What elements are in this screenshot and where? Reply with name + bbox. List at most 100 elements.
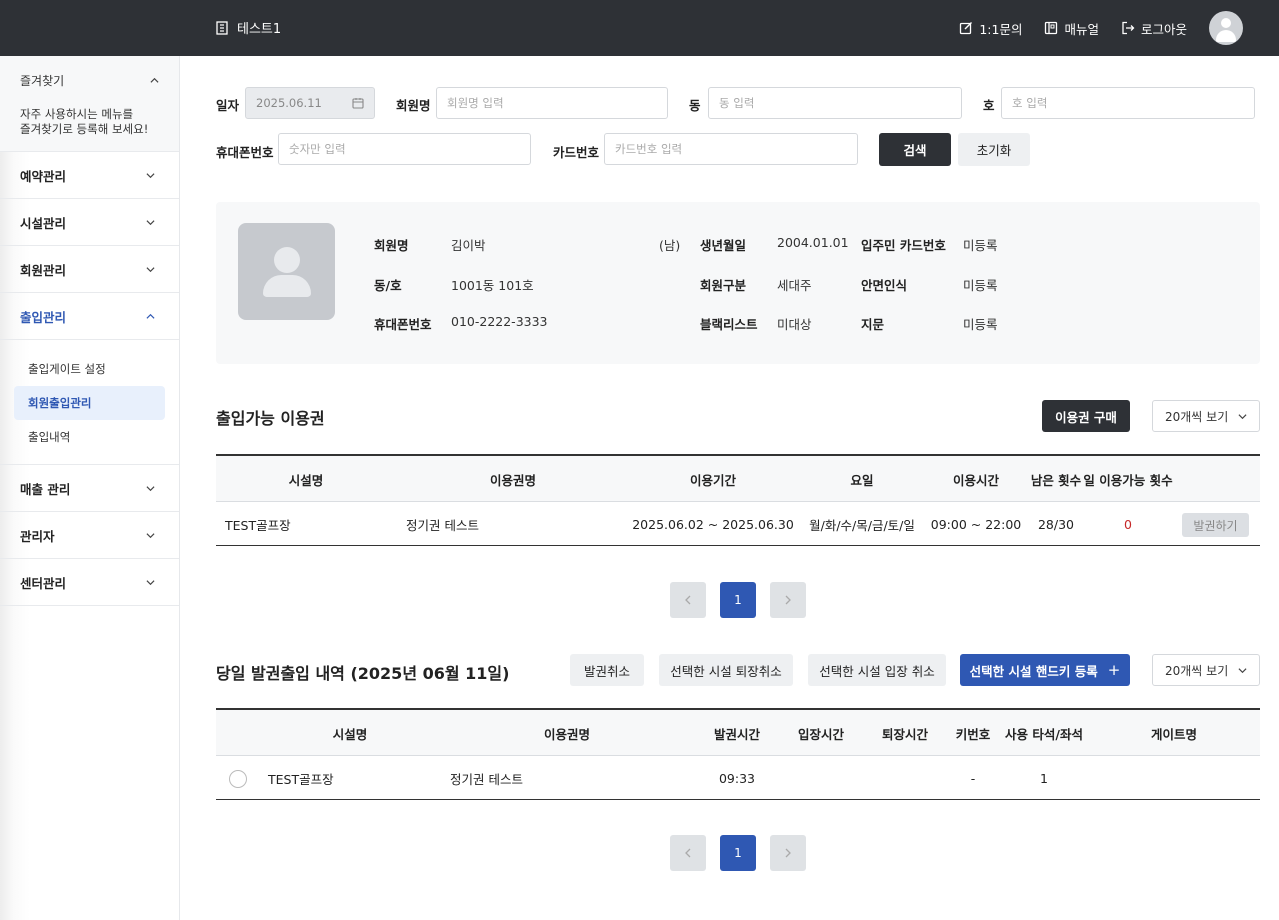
member-phone-value: 010-2222-3333 xyxy=(451,314,548,329)
cancel-issue-button[interactable]: 발권취소 xyxy=(570,654,644,686)
chevron-down-icon xyxy=(1238,413,1247,419)
sidebar-item-access[interactable]: 출입관리 xyxy=(0,293,179,340)
date-value: 2025.06.11 xyxy=(256,96,322,110)
member-photo xyxy=(238,223,335,320)
sidebar-item-member[interactable]: 회원관리 xyxy=(0,246,179,293)
cell-gate-name xyxy=(1139,756,1209,800)
issue-ticket-button[interactable]: 발권하기 xyxy=(1182,513,1249,537)
member-phone-key: 휴대폰번호 xyxy=(374,317,432,332)
col-facility: 시설명 xyxy=(332,726,368,742)
passes-next-page[interactable] xyxy=(770,582,806,618)
member-blacklist-value: 미대상 xyxy=(777,317,812,332)
fingerprint-key: 지문 xyxy=(861,317,885,332)
sidebar-item-center[interactable]: 센터관리 xyxy=(0,559,179,606)
cell-exit-time xyxy=(870,756,940,800)
logout-icon xyxy=(1122,21,1135,35)
cell-enter-time xyxy=(786,756,856,800)
passes-page-size-select[interactable]: 20개씩 보기 xyxy=(1152,400,1260,432)
cell-period: 2025.06.02 ~ 2025.06.30 xyxy=(632,516,794,532)
favorites-panel: 즐겨찾기 자주 사용하시는 메뉴를 즐겨찾기로 등록해 보세요! xyxy=(0,56,179,152)
book-icon xyxy=(1045,21,1058,35)
cell-seat: 1 xyxy=(1040,770,1048,786)
register-handkey-button[interactable]: 선택한 시설 핸드키 등록 + xyxy=(960,654,1130,686)
top-actions: 1:1문의 매뉴얼 로그아웃 xyxy=(959,11,1243,45)
register-handkey-label: 선택한 시설 핸드키 등록 xyxy=(969,663,1098,679)
sidebar-item-reservation[interactable]: 예약관리 xyxy=(0,152,179,199)
sidebar-item-label: 센터관리 xyxy=(20,575,67,591)
sidebar: 즐겨찾기 자주 사용하시는 메뉴를 즐겨찾기로 등록해 보세요! 예약관리 시설… xyxy=(0,56,180,920)
sidebar-item-sales[interactable]: 매출 관리 xyxy=(0,465,179,512)
member-name-input[interactable]: 회원명 입력 xyxy=(436,87,668,119)
sidebar-subitem-member-access[interactable]: 회원출입관리 xyxy=(14,386,165,420)
inquiry-link[interactable]: 1:1문의 xyxy=(959,11,1022,45)
sidebar-item-admin[interactable]: 관리자 xyxy=(0,512,179,559)
sidebar-item-label: 매출 관리 xyxy=(20,481,71,497)
today-page-1[interactable]: 1 xyxy=(720,835,756,871)
member-birth-value: 2004.01.01 xyxy=(777,235,849,250)
ho-input[interactable]: 호 입력 xyxy=(1001,87,1255,119)
inquiry-label: 1:1문의 xyxy=(979,21,1023,37)
phone-label: 휴대폰번호 xyxy=(216,145,274,160)
logout-label: 로그아웃 xyxy=(1140,21,1187,37)
cancel-enter-button[interactable]: 선택한 시설 입장 취소 xyxy=(808,654,946,686)
cell-daily-available: 0 xyxy=(1124,516,1132,532)
favorites-label: 즐겨찾기 xyxy=(20,74,65,88)
sidebar-subitem-access-history[interactable]: 출입내역 xyxy=(14,420,165,454)
passes-prev-page[interactable] xyxy=(670,582,706,618)
col-gate-name: 게이트명 xyxy=(1150,726,1197,742)
member-type-value: 세대주 xyxy=(777,278,812,293)
favorites-header[interactable]: 즐겨찾기 xyxy=(20,72,159,89)
plus-icon: + xyxy=(1107,661,1121,679)
chevron-left-icon xyxy=(685,848,691,858)
phone-input[interactable]: 숫자만 입력 xyxy=(278,133,531,165)
sidebar-item-facility[interactable]: 시설관리 xyxy=(0,199,179,246)
col-daily-available: 일 이용가능 횟수 xyxy=(1083,472,1173,488)
manual-label: 매뉴얼 xyxy=(1064,21,1099,37)
today-history-title: 당일 발권출입 내역 (2025년 06월 11일) xyxy=(216,664,510,683)
today-prev-page[interactable] xyxy=(670,835,706,871)
passes-page-1[interactable]: 1 xyxy=(720,582,756,618)
today-table-header: 시설명 이용권명 발권시간 입장시간 퇴장시간 키번호 사용 타석/좌석 게이트… xyxy=(216,710,1260,756)
table-row: TEST골프장 정기권 테스트 2025.06.02 ~ 2025.06.30 … xyxy=(216,502,1260,546)
user-avatar[interactable] xyxy=(1209,11,1243,45)
today-next-page[interactable] xyxy=(770,835,806,871)
sidebar-item-label: 출입관리 xyxy=(20,309,67,325)
cell-pass-name: 정기권 테스트 xyxy=(450,771,523,787)
buy-pass-button[interactable]: 이용권 구매 xyxy=(1042,400,1130,432)
top-bar: 테스트1 1:1문의 매뉴얼 로그아웃 xyxy=(0,0,1279,56)
chevron-down-icon xyxy=(146,172,155,178)
col-pass-name: 이용권명 xyxy=(543,726,590,742)
cancel-exit-button[interactable]: 선택한 시설 퇴장취소 xyxy=(659,654,793,686)
col-seat: 사용 타석/좌석 xyxy=(1005,726,1083,742)
today-page-size-select[interactable]: 20개씩 보기 xyxy=(1152,654,1260,686)
cell-time: 09:00 ~ 22:00 xyxy=(930,516,1022,532)
chevron-down-icon xyxy=(146,219,155,225)
chevron-down-icon xyxy=(146,532,155,538)
brand[interactable]: 테스트1 xyxy=(215,18,281,37)
date-label: 일자 xyxy=(216,98,240,113)
cell-facility: TEST골프장 xyxy=(225,517,291,533)
reset-button[interactable]: 초기화 xyxy=(958,133,1030,166)
building-icon xyxy=(216,20,228,35)
sidebar-item-label: 시설관리 xyxy=(20,215,67,231)
sidebar-subitem-gate-settings[interactable]: 출입게이트 설정 xyxy=(14,352,165,386)
chevron-up-icon xyxy=(150,77,159,83)
search-button[interactable]: 검색 xyxy=(879,133,951,166)
fingerprint-value: 미등록 xyxy=(963,317,998,332)
cell-remaining: 28/30 xyxy=(1037,516,1075,532)
chevron-down-icon xyxy=(146,266,155,272)
col-enter-time: 입장시간 xyxy=(797,726,844,742)
member-info-card: 회원명 김이박 (남) 동/호 1001동 101호 휴대폰번호 010-222… xyxy=(216,202,1260,364)
chevron-up-icon xyxy=(146,313,155,319)
row-select-radio[interactable] xyxy=(229,770,247,788)
sidebar-item-label: 예약관리 xyxy=(20,168,67,184)
col-days: 요일 xyxy=(850,472,874,488)
chevron-left-icon xyxy=(685,595,691,605)
member-gender: (남) xyxy=(659,238,681,253)
dong-input[interactable]: 동 입력 xyxy=(708,87,962,119)
card-number-input[interactable]: 카드번호 입력 xyxy=(604,133,858,165)
cell-pass-name: 정기권 테스트 xyxy=(406,517,479,533)
manual-link[interactable]: 매뉴얼 xyxy=(1044,11,1099,45)
app-title: 테스트1 xyxy=(237,22,282,37)
logout-link[interactable]: 로그아웃 xyxy=(1121,11,1187,45)
